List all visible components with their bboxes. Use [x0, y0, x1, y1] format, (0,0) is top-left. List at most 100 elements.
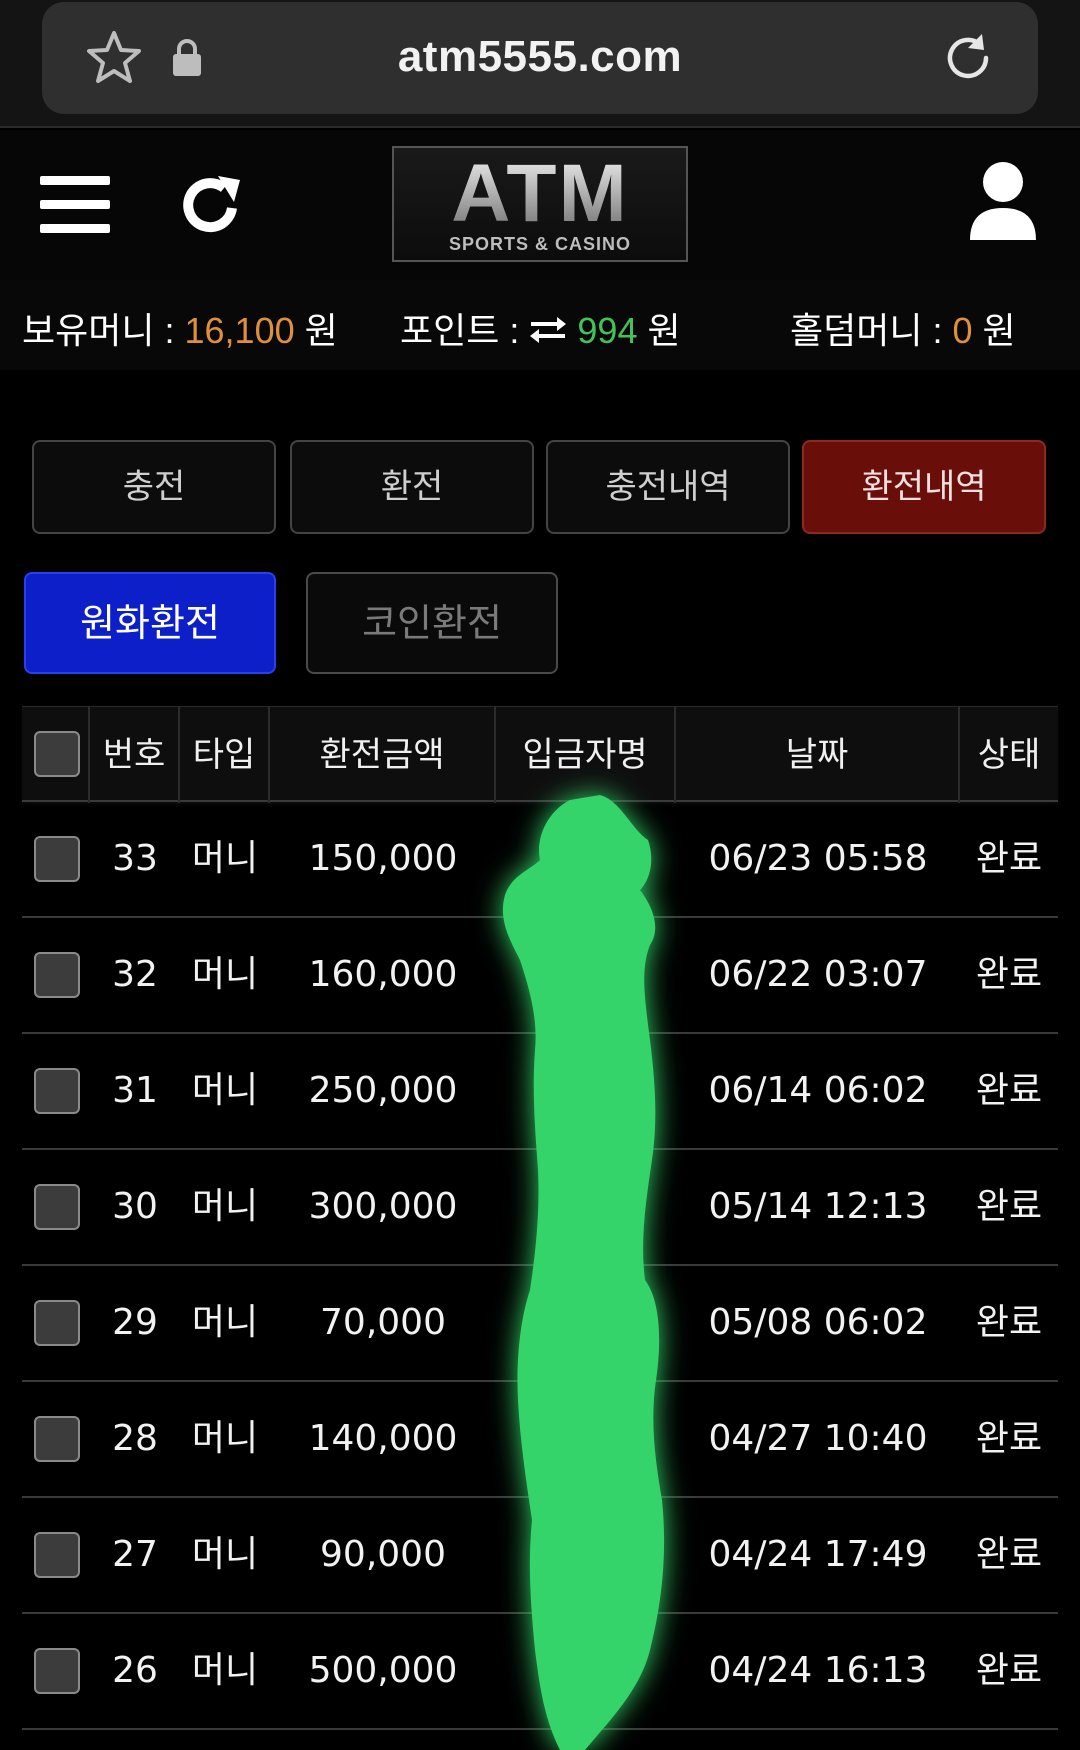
money-value: 16,100 — [184, 310, 295, 351]
cell-status: 완료 — [975, 954, 1043, 995]
row-select-cell — [22, 1614, 90, 1728]
table-row[interactable]: 26 머니 500,000 04/24 16:13 완료 — [22, 1614, 1058, 1730]
cell-type: 머니 — [191, 1186, 259, 1227]
table-row[interactable]: 28 머니 140,000 04/27 10:40 완료 — [22, 1382, 1058, 1498]
cell-amount: 140,000 — [308, 1418, 458, 1459]
balance-bar: 보유머니 : 16,100 원 포인트 : 994 원 홀덤머니 : 0 원 — [0, 280, 1080, 370]
point-balance: 포인트 : 994 원 — [400, 302, 681, 354]
cell-date: 06/22 03:07 — [708, 954, 928, 995]
cell-number: 29 — [112, 1302, 158, 1343]
tab-withdraw-history[interactable]: 환전내역 — [802, 440, 1046, 534]
cell-date: 05/08 06:02 — [708, 1302, 928, 1343]
point-value: 994 — [577, 310, 638, 351]
table-row[interactable]: 29 머니 70,000 05/08 06:02 완료 — [22, 1266, 1058, 1382]
cell-number: 33 — [112, 838, 158, 879]
table-row[interactable]: 27 머니 90,000 04/24 17:49 완료 — [22, 1498, 1058, 1614]
row-checkbox[interactable] — [34, 1068, 80, 1114]
withdraw-history-table: 번호 타입 환전금액 입금자명 날짜 상태 33 머니 150,000 06/23 0… — [22, 706, 1058, 1730]
table-row[interactable]: 31 머니 250,000 06/14 06:02 완료 — [22, 1034, 1058, 1150]
swap-arrows-icon[interactable] — [529, 315, 567, 345]
cell-date: 05/14 12:13 — [708, 1186, 928, 1227]
hamburger-menu-icon[interactable] — [40, 174, 110, 236]
cell-amount: 70,000 — [320, 1302, 446, 1343]
cell-status: 완료 — [975, 1186, 1043, 1227]
cell-number: 30 — [112, 1186, 158, 1227]
cell-depositor — [496, 802, 676, 916]
money-label: 보유머니 : — [22, 310, 175, 351]
table-header: 번호 타입 환전금액 입금자명 날짜 상태 — [22, 706, 1058, 803]
row-checkbox[interactable] — [34, 836, 80, 882]
header-depositor: 입금자명 — [496, 707, 676, 803]
select-all-cell — [22, 707, 90, 803]
tab-deposit[interactable]: 충전 — [32, 440, 276, 534]
cell-date: 04/24 16:13 — [708, 1650, 928, 1691]
cell-type: 머니 — [191, 1650, 259, 1691]
logo-subtitle: SPORTS & CASINO — [448, 234, 632, 254]
cell-amount: 300,000 — [308, 1186, 458, 1227]
cell-number: 32 — [112, 954, 158, 995]
cell-amount: 90,000 — [320, 1534, 446, 1575]
money-unit: 원 — [304, 310, 338, 351]
user-profile-icon[interactable] — [968, 160, 1038, 244]
cell-type: 머니 — [191, 954, 259, 995]
row-select-cell — [22, 918, 90, 1032]
cell-number: 26 — [112, 1650, 158, 1691]
cell-amount: 160,000 — [308, 954, 458, 995]
cell-status: 완료 — [975, 1070, 1043, 1111]
cell-status: 완료 — [975, 1418, 1043, 1459]
cell-type: 머니 — [191, 1534, 259, 1575]
site-logo[interactable]: ATM SPORTS & CASINO — [392, 146, 688, 262]
site-header: ATM SPORTS & CASINO — [0, 130, 1080, 280]
url-text[interactable]: atm5555.com — [42, 32, 1038, 82]
cell-type: 머니 — [191, 838, 259, 879]
cell-number: 27 — [112, 1534, 158, 1575]
row-checkbox[interactable] — [34, 1648, 80, 1694]
cell-depositor — [496, 1034, 676, 1148]
refresh-icon[interactable] — [178, 172, 244, 238]
header-type: 타입 — [180, 707, 270, 803]
row-select-cell — [22, 1150, 90, 1264]
logo-text: ATM — [394, 152, 686, 236]
row-select-cell — [22, 802, 90, 916]
row-checkbox[interactable] — [34, 1184, 80, 1230]
cell-type: 머니 — [191, 1302, 259, 1343]
select-all-checkbox[interactable] — [34, 731, 80, 777]
subtab-coin-withdraw[interactable]: 코인환전 — [306, 572, 558, 674]
cell-depositor — [496, 1150, 676, 1264]
cell-depositor — [496, 1382, 676, 1496]
row-checkbox[interactable] — [34, 1532, 80, 1578]
cell-status: 완료 — [975, 1650, 1043, 1691]
tab-deposit-history[interactable]: 충전내역 — [546, 440, 790, 534]
table-row[interactable]: 30 머니 300,000 05/14 12:13 완료 — [22, 1150, 1058, 1266]
row-checkbox[interactable] — [34, 1416, 80, 1462]
row-select-cell — [22, 1382, 90, 1496]
table-row[interactable]: 32 머니 160,000 06/22 03:07 완료 — [22, 918, 1058, 1034]
holdem-label: 홀덤머니 : — [790, 310, 943, 351]
cell-type: 머니 — [191, 1418, 259, 1459]
row-checkbox[interactable] — [34, 952, 80, 998]
cell-amount: 250,000 — [308, 1070, 458, 1111]
cell-date: 06/23 05:58 — [708, 838, 928, 879]
money-balance: 보유머니 : 16,100 원 — [22, 302, 338, 354]
cell-amount: 150,000 — [308, 838, 458, 879]
cell-depositor — [496, 1614, 676, 1728]
cell-number: 31 — [112, 1070, 158, 1111]
address-bar[interactable]: atm5555.com — [42, 2, 1038, 114]
header-amount: 환전금액 — [270, 707, 496, 803]
cell-amount: 500,000 — [308, 1650, 458, 1691]
cell-depositor — [496, 1498, 676, 1612]
cell-depositor — [496, 918, 676, 1032]
tab-withdraw[interactable]: 환전 — [290, 440, 534, 534]
holdem-value: 0 — [952, 310, 973, 351]
header-number: 번호 — [90, 707, 180, 803]
table-row[interactable]: 33 머니 150,000 06/23 05:58 완료 — [22, 802, 1058, 918]
row-checkbox[interactable] — [34, 1300, 80, 1346]
browser-reload-icon[interactable] — [938, 28, 998, 88]
point-label: 포인트 : — [400, 310, 520, 351]
header-status: 상태 — [977, 735, 1041, 775]
row-select-cell — [22, 1034, 90, 1148]
cell-date: 04/27 10:40 — [708, 1418, 928, 1459]
cell-status: 완료 — [975, 1302, 1043, 1343]
table-body: 33 머니 150,000 06/23 05:58 완료 32 머니 160,000 06/22… — [22, 802, 1058, 1730]
subtab-krw-withdraw[interactable]: 원화환전 — [24, 572, 276, 674]
